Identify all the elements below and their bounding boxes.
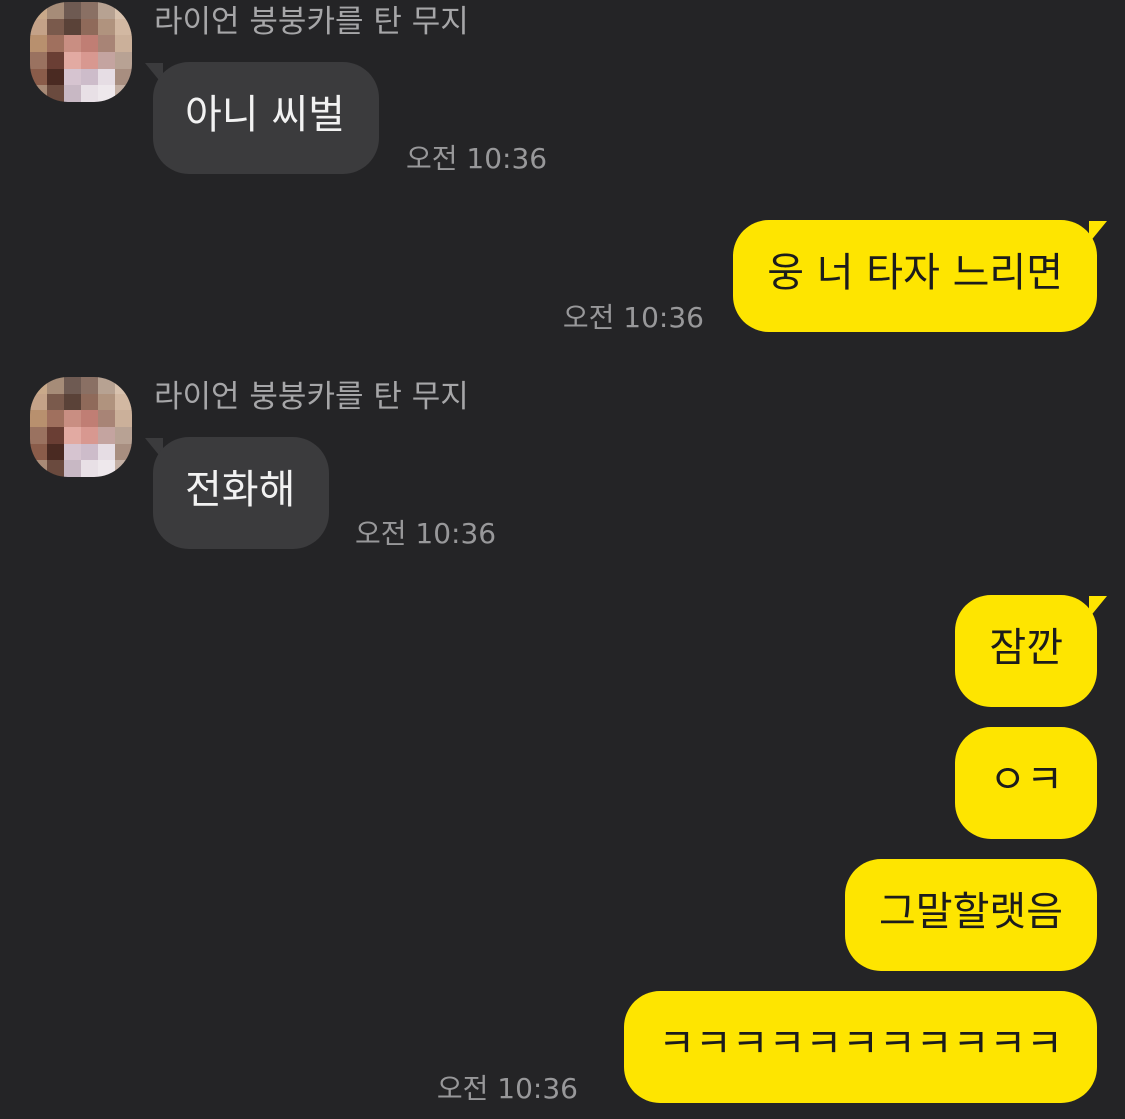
sender-name: 라이언 붕붕카를 탄 무지 [154,379,469,415]
message-bubble-incoming[interactable]: 아니 씨벌 [153,62,379,174]
message-bubble-outgoing[interactable]: ㅇㅋ [955,727,1097,839]
bubble-tail [1089,596,1107,618]
bubble-tail [1089,221,1107,243]
sender-name: 라이언 붕붕카를 탄 무지 [154,4,469,40]
message-timestamp: 오전 10:36 [406,142,548,175]
sender-avatar[interactable] [30,377,132,477]
message-bubble-outgoing[interactable]: 그말할랫음 [845,859,1097,971]
message-bubble-incoming[interactable]: 전화해 [153,437,330,549]
message-bubble-outgoing[interactable]: 웅 너 타자 느리면 [733,220,1097,332]
message-timestamp: 오전 10:36 [355,517,497,550]
message-timestamp: 오전 10:36 [436,1072,578,1105]
message-bubble-outgoing[interactable]: 잠깐 [955,595,1097,707]
message-timestamp: 오전 10:36 [562,301,704,334]
message-bubble-outgoing[interactable]: ㅋㅋㅋㅋㅋㅋㅋㅋㅋㅋㅋ [624,991,1097,1103]
sender-avatar[interactable] [30,2,132,102]
